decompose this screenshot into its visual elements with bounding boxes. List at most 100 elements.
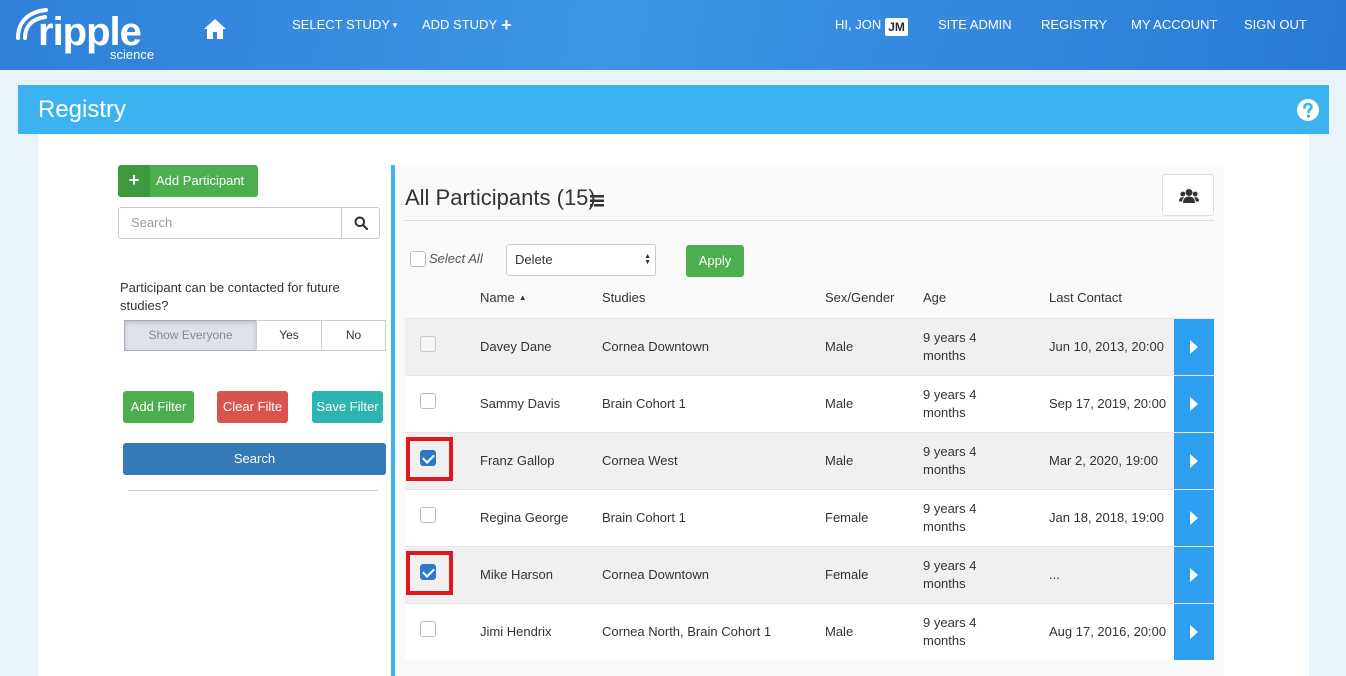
bulk-action-select[interactable]: Delete ▲ ▼ [506, 244, 656, 276]
plus-icon: + [501, 15, 512, 35]
table-row[interactable]: Davey Dane Cornea Downtown Male 9 years 4 m… [405, 318, 1214, 375]
table-row[interactable]: Regina George Brain Cohort 1 Female 9 years… [405, 489, 1214, 546]
caret-down-icon: ▼ [391, 21, 399, 30]
column-header-studies[interactable]: Studies [602, 290, 645, 306]
row-open-button[interactable] [1174, 547, 1214, 603]
participant-age: 9 years 4 months [923, 330, 977, 363]
row-checkbox[interactable] [420, 393, 436, 409]
participant-age: 9 years 4 months [923, 387, 977, 420]
participant-last-contact: Mar 2, 2020, 19:00 [1049, 453, 1159, 468]
contact-filter-label: Participant can be contacted for future … [120, 280, 340, 313]
column-header-name[interactable]: Name ▲ [480, 290, 527, 306]
column-header-sex-gender[interactable]: Sex/Gender [825, 290, 894, 306]
participant-name: Davey Dane [480, 339, 552, 354]
participant-age: 9 years 4 months [923, 444, 977, 477]
participant-search-input[interactable]: Search [118, 207, 342, 239]
participant-age: 9 years 4 months [923, 615, 977, 648]
participant-sex: Male [825, 624, 854, 639]
add-participant-label: Add Participant [156, 173, 245, 188]
page-title: Registry [38, 96, 127, 123]
participant-last-contact: Aug 17, 2016, 20:00 [1049, 624, 1167, 639]
participant-age: 9 years 4 months [923, 558, 977, 591]
row-checkbox[interactable] [420, 450, 436, 466]
users-icon [1179, 189, 1199, 203]
row-checkbox[interactable] [420, 336, 436, 352]
sidebar-divider [128, 490, 378, 491]
participant-studies: Brain Cohort 1 [602, 396, 686, 411]
user-greeting[interactable]: HI, JON JM [835, 17, 908, 36]
participant-studies: Cornea North, Brain Cohort 1 [602, 624, 772, 639]
participant-name: Mike Harson [480, 567, 553, 582]
column-header-name-label: Name [480, 290, 515, 305]
add-study-menu[interactable]: ADD STUDY + [422, 15, 512, 35]
sort-ascending-icon: ▲ [518, 293, 527, 302]
participant-name: Sammy Davis [480, 396, 561, 411]
table-row[interactable]: Mike Harson Cornea Downtown Female 9 years … [405, 546, 1214, 603]
table-row[interactable]: Sammy Davis Brain Cohort 1 Male 9 years 4 m… [405, 375, 1214, 432]
help-icon[interactable] [1297, 99, 1319, 121]
save-filter-button[interactable]: Save Filter [312, 391, 383, 423]
select-study-menu[interactable]: SELECT STUDY▼ [292, 17, 399, 34]
search-icon [354, 216, 368, 230]
ripple-logo[interactable]: ripple science [12, 4, 162, 64]
apply-button[interactable]: Apply [686, 245, 744, 277]
title-divider [405, 220, 1214, 221]
participant-sex: Female [825, 567, 869, 582]
participant-last-contact: Sep 17, 2019, 20:00 [1049, 396, 1167, 411]
page-header: Registry [18, 85, 1329, 134]
table-row[interactable]: Franz Gallop Cornea West Male 9 years 4 mon… [405, 432, 1214, 489]
home-icon[interactable] [203, 18, 227, 40]
participant-name: Jimi Hendrix [480, 624, 552, 639]
table-row[interactable]: Jimi Hendrix Cornea North, Brain Cohort 1… [405, 603, 1214, 660]
participant-sex: Female [825, 510, 869, 525]
bulk-action-value: Delete [515, 252, 553, 267]
row-open-button[interactable] [1174, 433, 1214, 489]
participant-last-contact: Jun 10, 2013, 20:00 [1049, 339, 1164, 354]
site-admin-link[interactable]: SITE ADMIN [938, 17, 1012, 33]
search-submit-button[interactable] [341, 207, 380, 239]
my-account-link[interactable]: MY ACCOUNT [1131, 17, 1217, 33]
participant-name: Franz Gallop [480, 453, 555, 468]
top-nav: ripple science SELECT STUDY▼ ADD STUDY + … [0, 0, 1346, 70]
registry-link[interactable]: REGISTRY [1041, 17, 1107, 33]
plus-icon: + [118, 165, 150, 197]
select-arrows-icon: ▲ ▼ [644, 253, 651, 266]
select-all-label: Select All [429, 251, 483, 266]
row-checkbox[interactable] [420, 564, 436, 580]
select-all-checkbox[interactable] [410, 251, 426, 267]
participant-name: Regina George [480, 510, 569, 525]
row-open-button[interactable] [1174, 490, 1214, 546]
participant-age: 9 years 4 months [923, 501, 977, 534]
row-checkbox[interactable] [420, 621, 436, 637]
clear-filter-button[interactable]: Clear Filte [217, 391, 288, 423]
group-view-button[interactable] [1162, 174, 1214, 216]
participant-sex: Male [825, 453, 854, 468]
filter-option-show-everyone[interactable]: Show Everyone [124, 320, 257, 351]
participants-title: All Participants (15) [405, 185, 596, 210]
participant-studies: Cornea West [602, 453, 678, 468]
participant-studies: Brain Cohort 1 [602, 510, 686, 525]
sign-out-link[interactable]: SIGN OUT [1244, 17, 1307, 33]
filter-option-yes[interactable]: Yes [256, 320, 322, 351]
participant-studies: Cornea Downtown [602, 567, 709, 582]
column-header-age[interactable]: Age [923, 290, 946, 306]
select-study-label: SELECT STUDY [292, 17, 391, 32]
search-button[interactable]: Search [123, 443, 386, 475]
logo-subtitle: science [110, 47, 155, 62]
row-checkbox[interactable] [420, 507, 436, 523]
list-icon[interactable] [590, 194, 606, 207]
filter-option-no[interactable]: No [321, 320, 386, 351]
participant-sex: Male [825, 339, 854, 354]
add-filter-button[interactable]: Add Filter [123, 391, 194, 423]
greeting-text: HI, JON [835, 17, 882, 32]
row-open-button[interactable] [1174, 376, 1214, 432]
participant-last-contact: Jan 18, 2018, 19:00 [1049, 510, 1164, 525]
user-initials-badge: JM [885, 18, 908, 36]
participant-last-contact: ... [1049, 567, 1060, 582]
column-header-last-contact[interactable]: Last Contact [1049, 290, 1122, 306]
participant-studies: Cornea Downtown [602, 339, 709, 354]
row-open-button[interactable] [1174, 604, 1214, 660]
row-open-button[interactable] [1174, 319, 1214, 375]
add-study-label: ADD STUDY [422, 17, 498, 32]
add-participant-button[interactable]: + Add Participant [118, 165, 258, 197]
